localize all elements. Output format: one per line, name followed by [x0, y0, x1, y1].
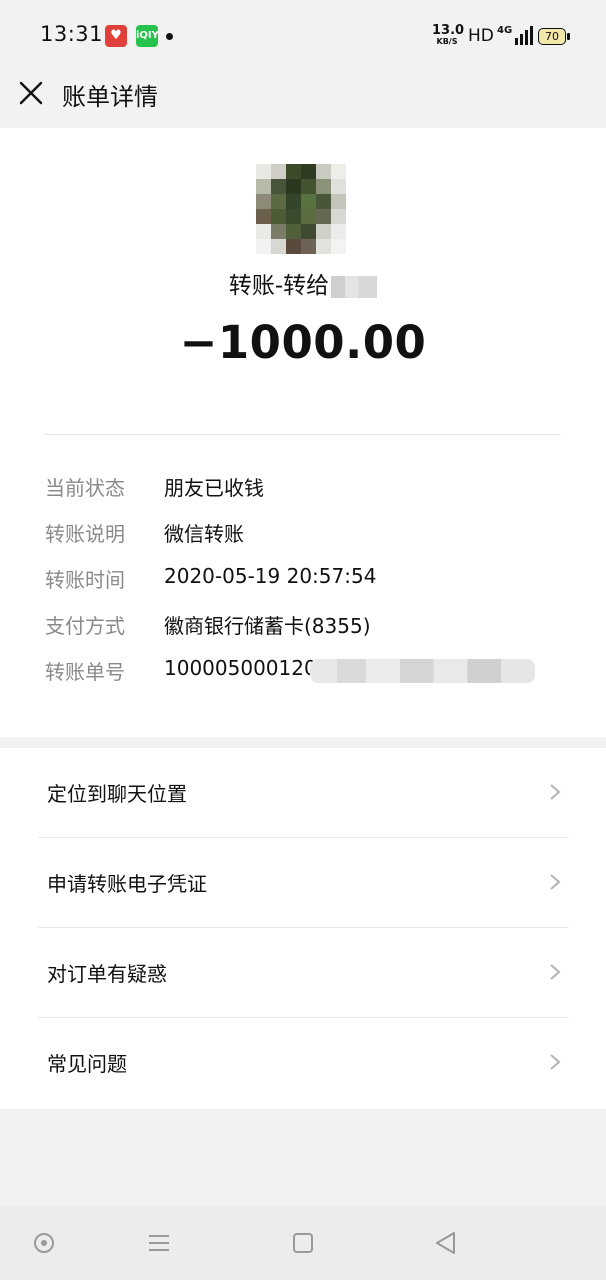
detail-label: 支付方式 [45, 614, 125, 638]
avatar-pixel [256, 179, 271, 194]
menu-icon [149, 1235, 169, 1251]
avatar-pixel [256, 164, 271, 179]
details-list: 当前状态 朋友已收钱 转账说明 微信转账 转账时间 2020-05-19 20:… [45, 466, 565, 696]
avatar-pixel [286, 224, 301, 239]
avatar-pixel [301, 194, 316, 209]
transaction-card: 转账-转给 −1000.00 当前状态 朋友已收钱 转账说明 微信转账 转账时间… [0, 128, 606, 737]
order-number-value[interactable]: 100005000120 [164, 656, 317, 680]
avatar-pixel [286, 164, 301, 179]
avatar-pixel [256, 209, 271, 224]
avatar-pixel [316, 164, 331, 179]
chevron-right-icon [550, 1054, 561, 1070]
network-speed: 13.0 KB/S [432, 23, 465, 47]
avatar-pixel [316, 239, 331, 254]
avatar-pixel [301, 164, 316, 179]
avatar[interactable] [256, 164, 346, 254]
detail-value: 2020-05-19 20:57:54 [164, 564, 377, 588]
status-bar: 13:31 ♥ iQIY 13.0 KB/S HD 4G 70 [0, 0, 606, 72]
avatar-pixel [286, 179, 301, 194]
avatar-pixel [286, 194, 301, 209]
avatar-pixel [331, 239, 346, 254]
action-label: 申请转账电子凭证 [47, 872, 207, 896]
avatar-pixel [256, 194, 271, 209]
page-title: 账单详情 [62, 83, 158, 111]
chevron-right-icon [550, 874, 561, 890]
avatar-pixel [271, 164, 286, 179]
hd-indicator: HD [468, 26, 494, 46]
battery-icon: 70 [538, 28, 570, 45]
avatar-pixel [316, 224, 331, 239]
avatar-pixel [301, 209, 316, 224]
detail-value: 徽商银行储蓄卡(8355) [164, 614, 371, 638]
avatar-pixel [271, 179, 286, 194]
notification-dot [166, 33, 173, 40]
detail-row-note: 转账说明 微信转账 [45, 512, 565, 558]
avatar-pixel [301, 179, 316, 194]
navigation-bar [0, 1206, 606, 1280]
header-bar: 账单详情 [0, 72, 606, 128]
avatar-pixel [286, 239, 301, 254]
chevron-right-icon [550, 964, 561, 980]
circle-dot-icon [34, 1233, 54, 1253]
avatar-pixel [271, 194, 286, 209]
avatar-pixel [256, 224, 271, 239]
menu-button[interactable] [146, 1230, 172, 1256]
assistant-button[interactable] [31, 1230, 57, 1256]
avatar-pixel [331, 209, 346, 224]
action-label: 对订单有疑惑 [47, 962, 167, 986]
avatar-pixel [316, 209, 331, 224]
avatar-pixel [286, 209, 301, 224]
detail-row-status: 当前状态 朋友已收钱 [45, 466, 565, 512]
gift-heart-icon: ♥ [105, 25, 127, 47]
avatar-pixel [316, 194, 331, 209]
detail-row-order-number: 转账单号 100005000120 [45, 650, 565, 696]
locate-chat-button[interactable]: 定位到聊天位置 [0, 748, 606, 838]
chevron-right-icon [550, 784, 561, 800]
close-button[interactable] [14, 76, 48, 110]
avatar-pixel [331, 224, 346, 239]
recipient-text: 转账-转给 [228, 273, 330, 299]
avatar-pixel [271, 209, 286, 224]
divider [45, 434, 561, 435]
avatar-pixel [301, 224, 316, 239]
detail-value: 朋友已收钱 [164, 476, 264, 500]
recipient-line: 转账-转给 [0, 266, 606, 300]
avatar-pixel [331, 164, 346, 179]
square-icon [293, 1233, 313, 1253]
amount: −1000.00 [179, 316, 427, 369]
action-list: 定位到聊天位置 申请转账电子凭证 对订单有疑惑 常见问题 [0, 748, 606, 1109]
avatar-pixel [316, 179, 331, 194]
avatar-pixel [256, 239, 271, 254]
detail-label: 转账时间 [45, 568, 125, 592]
recipient-name-mask [331, 275, 378, 298]
action-label: 定位到聊天位置 [47, 782, 187, 806]
order-question-button[interactable]: 对订单有疑惑 [0, 928, 606, 1018]
signal-icon: 4G [497, 25, 533, 47]
close-icon [19, 81, 43, 105]
avatar-pixel [331, 194, 346, 209]
iqiyi-icon: iQIY [136, 25, 159, 47]
detail-label: 当前状态 [45, 476, 125, 500]
order-number-mask [310, 659, 535, 683]
detail-row-time: 转账时间 2020-05-19 20:57:54 [45, 558, 565, 604]
avatar-pixel [271, 239, 286, 254]
avatar-pixel [301, 239, 316, 254]
network-speed-value: 13.0 [432, 23, 465, 38]
home-button[interactable] [290, 1230, 316, 1256]
triangle-back-icon [436, 1232, 455, 1254]
detail-value: 微信转账 [164, 522, 244, 546]
avatar-pixel [331, 179, 346, 194]
status-time: 13:31 [40, 22, 104, 46]
action-label: 常见问题 [47, 1052, 127, 1076]
faq-button[interactable]: 常见问题 [0, 1018, 606, 1108]
request-voucher-button[interactable]: 申请转账电子凭证 [0, 838, 606, 928]
back-button[interactable] [433, 1230, 459, 1256]
avatar-pixel [271, 224, 286, 239]
network-type: 4G [497, 25, 513, 36]
detail-row-payment: 支付方式 徽商银行储蓄卡(8355) [45, 604, 565, 650]
detail-label: 转账说明 [45, 522, 125, 546]
detail-label: 转账单号 [45, 660, 125, 684]
